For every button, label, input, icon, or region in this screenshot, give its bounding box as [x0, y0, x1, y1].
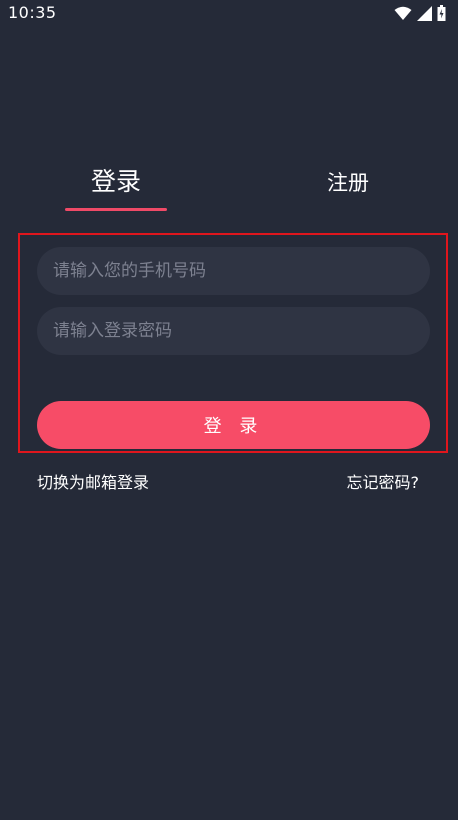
login-button[interactable]: 登 录: [37, 401, 430, 449]
forgot-password-link[interactable]: 忘记密码?: [347, 469, 420, 493]
login-form: 登 录: [18, 233, 448, 453]
status-bar: 10:35: [0, 0, 458, 26]
status-time: 10:35: [8, 3, 57, 22]
password-input[interactable]: [37, 307, 430, 355]
auth-tabs: 登录 注册: [0, 160, 458, 220]
phone-input[interactable]: [37, 247, 430, 295]
battery-icon: [437, 5, 446, 21]
wifi-icon: [394, 6, 412, 20]
switch-to-email-login-link[interactable]: 切换为邮箱登录: [37, 469, 149, 493]
active-tab-indicator: [65, 208, 167, 211]
tab-login[interactable]: 登录: [65, 162, 167, 198]
tab-register[interactable]: 注册: [298, 167, 398, 197]
status-icons: [394, 5, 446, 21]
signal-icon: [417, 5, 432, 21]
